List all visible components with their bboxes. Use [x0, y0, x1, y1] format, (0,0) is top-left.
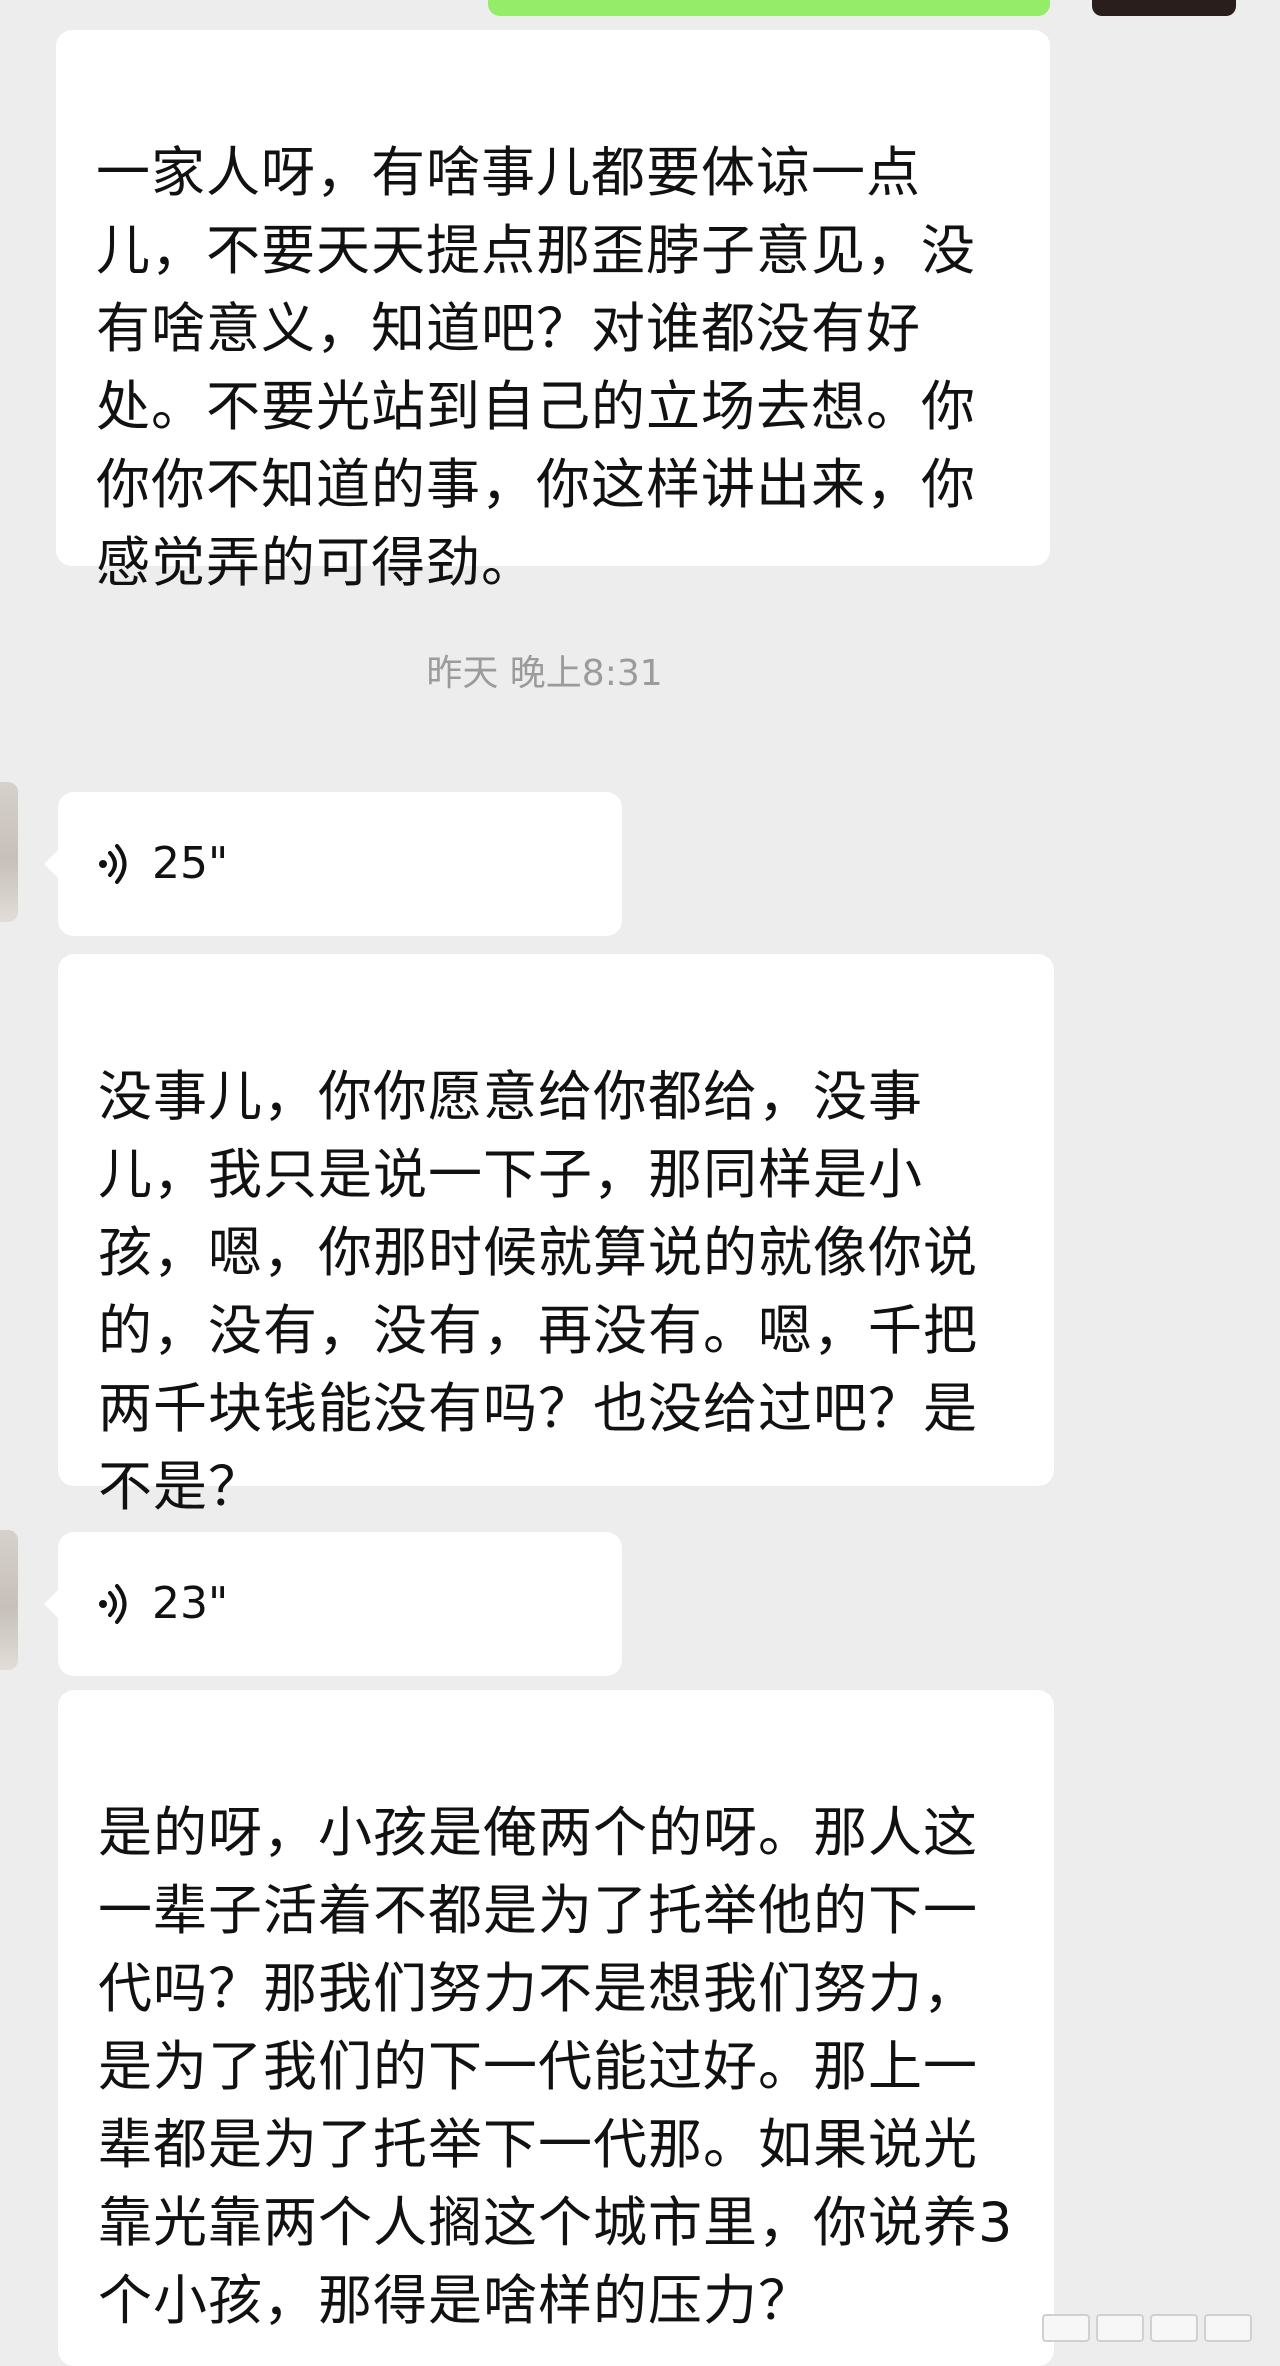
message-bubble[interactable]: 是的呀，小孩是俺两个的呀。那人这一辈子活着不都是为了托举他的下一代吗？那我们努力… [58, 1690, 1054, 2366]
message-text: 没事儿，你你愿意给你都给，没事儿，我只是说一下子，那同样是小孩，嗯，你那时候就算… [98, 1065, 978, 1518]
watermark-bar [1204, 2314, 1252, 2342]
message-bubble[interactable]: 一家人呀，有啥事儿都要体谅一点儿，不要天天提点那歪脖子意见，没有啥意义，知道吧？… [56, 30, 1050, 594]
self-avatar-fragment [1092, 0, 1236, 16]
timestamp: 昨天 晚上8:31 [426, 653, 663, 694]
voice-wave-icon [92, 1582, 136, 1626]
bubble-tail [44, 1590, 58, 1618]
message-text: 一家人呀，有啥事儿都要体谅一点儿，不要天天提点那歪脖子意见，没有啥意义，知道吧？… [96, 141, 976, 594]
voice-wave-icon [92, 842, 136, 886]
message-text: 是的呀，小孩是俺两个的呀。那人这一辈子活着不都是为了托举他的下一代吗？那我们努力… [98, 1801, 1014, 2332]
bubble-tail [44, 850, 58, 878]
voice-duration: 25" [152, 838, 229, 889]
watermark-icon [1042, 2314, 1252, 2342]
contact-avatar[interactable] [0, 782, 18, 922]
voice-message-bubble[interactable]: 25" [44, 792, 622, 936]
voice-message-bubble[interactable]: 23" [44, 1532, 622, 1676]
message-bubble[interactable]: 没事儿，你你愿意给你都给，没事儿，我只是说一下子，那同样是小孩，嗯，你那时候就算… [58, 954, 1054, 1518]
watermark-bar [1096, 2314, 1144, 2342]
watermark-bar [1150, 2314, 1198, 2342]
watermark-bar [1042, 2314, 1090, 2342]
sent-bubble-fragment [488, 0, 1050, 16]
contact-avatar[interactable] [0, 1530, 18, 1670]
voice-duration: 23" [152, 1578, 229, 1629]
